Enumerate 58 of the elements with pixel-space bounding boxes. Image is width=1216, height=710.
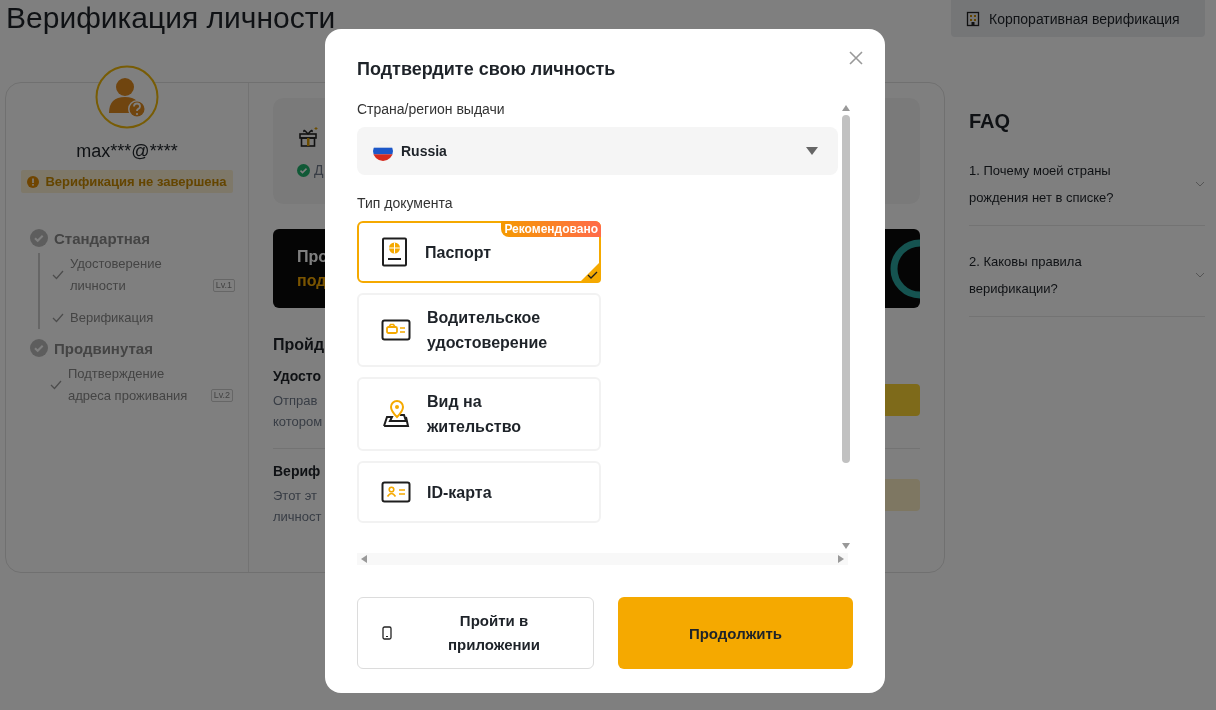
faq-title: FAQ xyxy=(969,110,1012,133)
level-name: Стандартная xyxy=(54,229,150,247)
faq-item[interactable]: 1. Почему моей страны рождения нет в списке? xyxy=(969,149,1205,226)
dialog-title: Подтвердите свою личность xyxy=(357,58,617,81)
document-option[interactable]: Паспорт Рекомендовано xyxy=(357,221,601,283)
avatar-icon xyxy=(95,65,159,129)
driver-license-icon xyxy=(381,319,411,341)
level-tag: Lv.1 xyxy=(212,279,235,292)
building-icon xyxy=(965,10,981,27)
close-button[interactable] xyxy=(849,51,863,65)
item-description: котором xyxy=(273,413,323,431)
passport-icon xyxy=(381,237,409,267)
warning-icon xyxy=(27,175,40,188)
document-option[interactable]: ID-карта xyxy=(357,461,601,523)
scroll-down-arrow-icon[interactable] xyxy=(842,543,850,549)
check-circle-icon xyxy=(30,339,48,357)
field-label: Страна/регион выдачи xyxy=(357,101,506,117)
step-label: Подтверждение адреса проживания xyxy=(68,365,189,405)
check-icon xyxy=(50,380,62,390)
scroll-left-arrow-icon[interactable] xyxy=(361,555,367,563)
chevron-down-icon xyxy=(1195,272,1205,278)
level-name: Продвинутая xyxy=(54,339,153,357)
document-option[interactable]: Водительское удостоверение xyxy=(357,293,601,367)
map-pin-icon xyxy=(381,399,411,429)
check-circle-icon xyxy=(297,163,310,177)
item-description: личност xyxy=(273,508,322,526)
user-email: max***@**** xyxy=(76,141,178,162)
item-description: Отправ xyxy=(273,392,319,410)
banner-text: под xyxy=(297,271,328,291)
scroll-up-arrow-icon[interactable] xyxy=(842,105,850,111)
step-label: Удостоверение личности xyxy=(70,255,163,295)
app-button[interactable]: Пройти в приложении xyxy=(357,597,594,669)
continue-button[interactable]: Продолжить xyxy=(618,597,853,669)
faq-item[interactable]: 2. Каковы правила верификации? xyxy=(969,240,1205,317)
phone-icon xyxy=(382,626,392,640)
step-label: Верификация xyxy=(70,309,154,327)
id-card-icon xyxy=(381,481,411,503)
chevron-down-icon xyxy=(1195,181,1205,187)
check-icon xyxy=(52,313,64,323)
reward-text: Д xyxy=(314,162,324,178)
item-description: Этот эт xyxy=(273,487,318,505)
close-icon xyxy=(849,51,863,65)
recommended-badge: Рекомендовано xyxy=(501,221,601,237)
field-label: Тип документа xyxy=(357,195,454,211)
section-title: Пройд xyxy=(273,336,323,354)
check-circle-icon xyxy=(30,229,48,247)
gift-icon xyxy=(297,126,319,148)
document-option[interactable]: Вид на жительство xyxy=(357,377,601,451)
corporate-verification-button[interactable]: Корпоративная верификация xyxy=(951,0,1205,37)
scroll-right-arrow-icon[interactable] xyxy=(838,555,844,563)
horizontal-scrollbar[interactable] xyxy=(357,553,848,565)
country-select[interactable]: Russia xyxy=(357,127,838,175)
status-text: Верификация не завершена xyxy=(45,174,227,189)
check-icon xyxy=(52,270,64,280)
item-title: Вериф xyxy=(273,463,322,479)
caret-icon xyxy=(806,147,818,155)
item-title: Удосто xyxy=(273,368,323,384)
page-title: Верификация личности xyxy=(6,0,336,36)
